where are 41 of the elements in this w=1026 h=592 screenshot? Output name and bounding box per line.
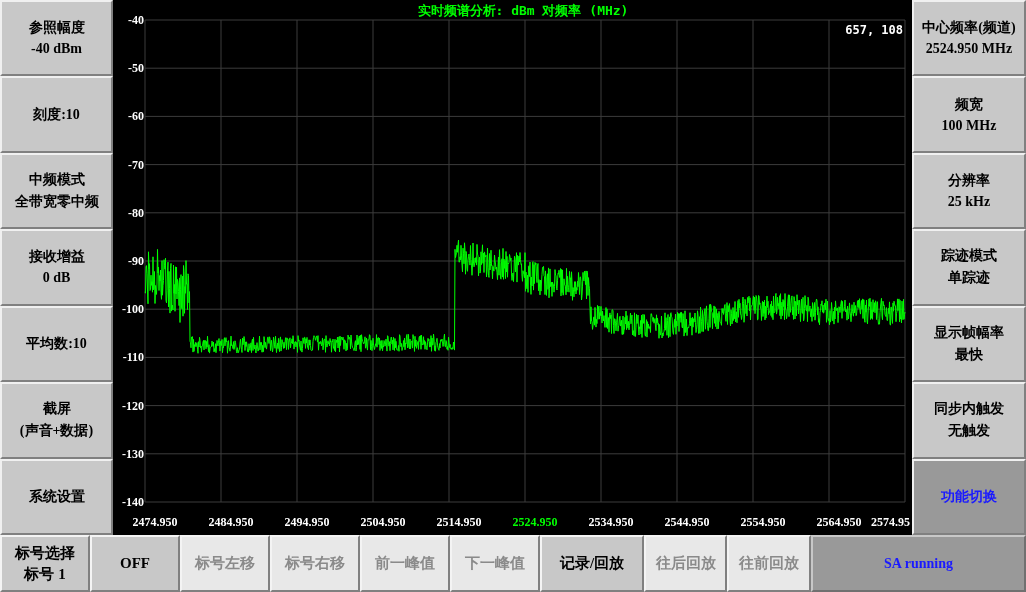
y-axis-label: -130 bbox=[122, 446, 144, 461]
chart-title: 实时频谱分析: dBm 对频率 (MHz) bbox=[417, 3, 629, 18]
x-axis-label: 2554.950 bbox=[740, 515, 786, 529]
toolbar-button[interactable]: OFF bbox=[90, 535, 180, 592]
y-axis-label: -90 bbox=[128, 254, 144, 268]
menu-button[interactable]: 系统设置 bbox=[0, 458, 113, 535]
menu-button[interactable]: 中频模式 全带宽零中频 bbox=[0, 152, 113, 230]
toolbar-button[interactable]: 标号选择 标号 1 bbox=[0, 535, 90, 592]
menu-button[interactable]: 同步内触发 无触发 bbox=[912, 382, 1026, 459]
x-axis-label: 2474.950 bbox=[132, 515, 178, 529]
status-panel: SA running bbox=[811, 535, 1026, 592]
menu-button[interactable]: 平均数:10 bbox=[0, 305, 113, 383]
cursor-readout: 657, 108 bbox=[845, 23, 903, 37]
menu-button[interactable]: 中心频率(频道) 2524.950 MHz bbox=[912, 0, 1026, 77]
x-axis-label: 2514.950 bbox=[436, 515, 482, 529]
menu-button[interactable]: 截屏 (声音+数据) bbox=[0, 382, 113, 459]
x-axis-label: 2574.95 bbox=[871, 515, 910, 529]
x-axis-label: 2504.950 bbox=[360, 515, 406, 529]
x-axis-label: 2494.950 bbox=[284, 515, 330, 529]
y-axis-label: -110 bbox=[122, 350, 144, 365]
menu-button[interactable]: 频宽 100 MHz bbox=[912, 76, 1026, 153]
y-axis-label: -70 bbox=[128, 157, 144, 172]
menu-button[interactable]: 踪迹模式 单踪迹 bbox=[912, 229, 1026, 306]
x-axis-label: 2564.950 bbox=[816, 515, 862, 529]
y-axis-label: -80 bbox=[128, 205, 144, 220]
x-axis-label: 2484.950 bbox=[208, 515, 254, 529]
menu-button[interactable]: 显示帧幅率 最快 bbox=[912, 305, 1026, 383]
x-axis-label: 2534.950 bbox=[588, 515, 634, 529]
y-axis-label: -40 bbox=[128, 13, 144, 27]
toolbar-button[interactable]: 记录/回放 bbox=[540, 535, 644, 592]
menu-button[interactable]: 分辨率 25 kHz bbox=[912, 152, 1026, 230]
menu-button[interactable]: 接收增益 0 dB bbox=[0, 229, 113, 306]
y-axis-label: -140 bbox=[122, 495, 144, 509]
x-axis-label: 2524.950 bbox=[512, 515, 558, 529]
x-axis-label: 2544.950 bbox=[664, 515, 710, 529]
y-axis-label: -100 bbox=[122, 302, 144, 317]
y-axis-label: -50 bbox=[128, 61, 144, 76]
y-axis-label: -120 bbox=[122, 398, 144, 413]
menu-button[interactable]: 参照幅度 -40 dBm bbox=[0, 0, 113, 77]
menu-button[interactable]: 刻度:10 bbox=[0, 76, 113, 153]
y-axis-label: -60 bbox=[128, 109, 144, 124]
